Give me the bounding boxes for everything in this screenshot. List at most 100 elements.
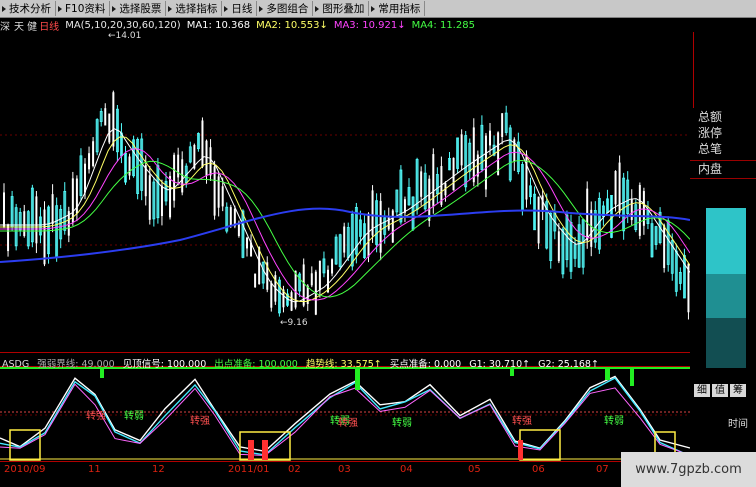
- signal-bar: [630, 368, 634, 386]
- total-trades-label: 总笔: [698, 142, 723, 156]
- candle-body: [201, 120, 204, 168]
- indicator-weak-line: 强弱界线: 49.000: [37, 359, 115, 370]
- candle-body: [229, 207, 232, 225]
- candle-body: [537, 196, 540, 244]
- indicator-mark: 转弱: [604, 416, 624, 427]
- candle-body: [221, 186, 224, 207]
- indicator-mark: 转强: [512, 416, 532, 427]
- red-signal-bar: [518, 440, 523, 460]
- tab-value[interactable]: 值: [712, 384, 728, 397]
- candle-body: [258, 247, 261, 285]
- candle-body: [108, 113, 111, 143]
- quote-side-panel: 总额 涨停 总笔 内盘 细 值 筹 时间: [690, 108, 756, 487]
- candle-body: [420, 171, 423, 197]
- time-label: 时间: [728, 419, 748, 430]
- x-axis-label: 2010/09: [4, 464, 46, 475]
- candle-body: [148, 175, 151, 220]
- chip-block-cyan: [706, 208, 746, 274]
- signal-bar: [605, 368, 610, 380]
- candle-body: [112, 92, 115, 147]
- x-axis-label: 12: [152, 464, 165, 475]
- candle-body: [343, 226, 346, 253]
- candle-body: [35, 196, 38, 244]
- candle-body: [638, 185, 641, 236]
- candle-body: [331, 259, 334, 274]
- chip-block-dark: [706, 318, 746, 368]
- indicator-trend-line: 趋势线: 33.575↑: [305, 359, 382, 370]
- price-high-label: ←14.01: [108, 31, 141, 41]
- indicator-exit-prep: 出点准备: 100.000: [214, 359, 298, 370]
- candle-body: [7, 224, 10, 252]
- panel-divider: [690, 178, 756, 179]
- indicator-buy-prep: 买点准备: 0.000: [389, 359, 462, 370]
- candle-body: [310, 273, 313, 286]
- x-axis-label: 04: [400, 464, 413, 475]
- chart-canvas[interactable]: ←14.01 ←9.16: [0, 0, 756, 487]
- candle-body: [387, 216, 390, 230]
- indicator-header: ASDG 强弱界线: 49.000 见顶信号: 100.000 出点准备: 10…: [2, 356, 604, 370]
- candle-body: [379, 200, 382, 253]
- tab-chips[interactable]: 筹: [730, 384, 746, 397]
- indicator-g2: G2: 25.168↑: [538, 359, 599, 370]
- candlesticks: [3, 90, 690, 320]
- candle-body: [43, 209, 46, 265]
- candle-body: [452, 157, 455, 191]
- site-watermark: www.7gpzb.com: [621, 452, 756, 487]
- candle-body: [489, 130, 491, 146]
- total-amount-label: 总额: [698, 110, 723, 124]
- x-axis-label: 03: [338, 464, 351, 475]
- candle-body: [318, 260, 321, 291]
- candle-body: [460, 134, 463, 166]
- price-low-label: ←9.16: [280, 318, 308, 328]
- candle-body: [104, 108, 107, 126]
- indicator-mark: 转弱: [124, 411, 144, 422]
- candle-body: [391, 210, 394, 243]
- signal-bar: [355, 368, 360, 390]
- panel-tabs: 细 值 筹: [694, 384, 746, 397]
- candle-body: [270, 282, 273, 308]
- candle-body: [23, 211, 26, 237]
- candle-body: [3, 192, 5, 228]
- x-axis-label: 07: [596, 464, 609, 475]
- indicator-mark: 转弱: [392, 418, 412, 429]
- candle-body: [472, 127, 475, 183]
- candle-body: [71, 178, 74, 223]
- candle-body: [484, 135, 487, 190]
- red-signal-bar: [262, 440, 268, 460]
- indicator-top-signal: 见顶信号: 100.000: [122, 359, 207, 370]
- x-axis-label: 2011/01: [228, 464, 270, 475]
- candle-body: [173, 154, 176, 201]
- candle-body: [367, 213, 370, 257]
- indicator-mark: 转强: [190, 416, 210, 427]
- candle-body: [254, 273, 257, 288]
- candle-body: [209, 147, 212, 176]
- candle-body: [614, 170, 617, 205]
- inner-volume-label: 内盘: [698, 162, 723, 176]
- candle-body: [557, 231, 560, 262]
- candle-body: [177, 154, 180, 178]
- limit-up-label: 涨停: [698, 126, 723, 140]
- indicator-mark: 转强: [86, 411, 106, 422]
- candle-body: [128, 156, 131, 176]
- candle-body: [92, 141, 95, 167]
- tab-detail[interactable]: 细: [694, 384, 710, 397]
- candle-body: [205, 140, 208, 176]
- indicator-mark: 转强: [338, 418, 358, 429]
- candle-body: [88, 153, 91, 170]
- candle-body: [501, 113, 504, 137]
- panel-divider: [690, 160, 756, 161]
- x-axis-label: 05: [468, 464, 481, 475]
- candle-body: [497, 132, 500, 176]
- x-axis-label: 11: [88, 464, 101, 475]
- x-axis-label: 06: [532, 464, 545, 475]
- candle-body: [84, 163, 86, 193]
- indicator-g1: G1: 30.710↑: [469, 359, 531, 370]
- indicator-name: ASDG: [2, 359, 30, 370]
- candle-body: [160, 185, 163, 217]
- red-signal-bar: [248, 440, 254, 460]
- x-axis-label: 02: [288, 464, 301, 475]
- chip-block-teal: [706, 274, 746, 318]
- candle-body: [169, 176, 172, 218]
- candle-body: [246, 237, 248, 249]
- candle-body: [51, 194, 54, 225]
